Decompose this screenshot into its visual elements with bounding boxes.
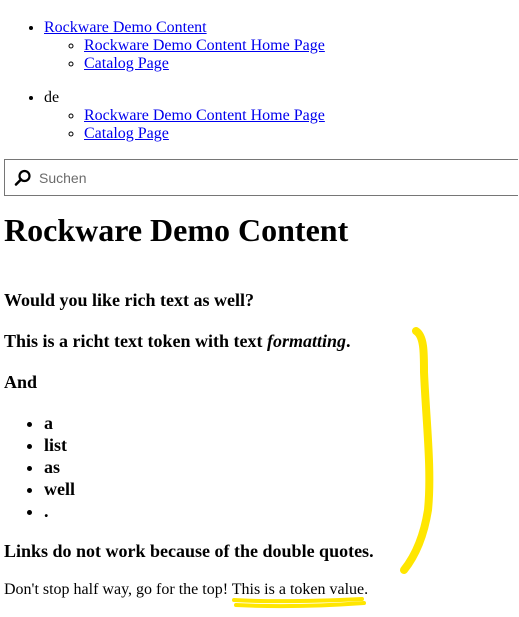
nav-link-de-home-page[interactable]: Rockware Demo Content Home Page [84, 107, 325, 124]
nav-language-label: de [44, 89, 60, 106]
rich-text-token: This is a richt text token with text for… [4, 331, 351, 352]
list-item: a [44, 412, 75, 434]
nav-sublist: Rockware Demo Content Home Page Catalog … [44, 107, 325, 143]
rich-text-token-prefix: This is a richt text token with text [4, 331, 267, 351]
annotation-underline-2 [234, 601, 366, 609]
list-item: well [44, 478, 75, 500]
rich-text-token-suffix: . [346, 331, 351, 351]
token-value: This is a token value [231, 581, 365, 598]
search-box [4, 159, 518, 196]
page-title: Rockware Demo Content [4, 212, 349, 248]
list-item: list [44, 434, 75, 456]
footer-text: Don't stop half way, go for the top! Thi… [4, 581, 368, 599]
nav-subitem: Catalog Page [84, 55, 325, 73]
search-icon[interactable] [14, 169, 32, 187]
footer-suffix: . [364, 581, 369, 598]
annotation-bracket [400, 327, 434, 574]
rich-text-links-note: Links do not work because of the double … [4, 541, 374, 561]
nav-link-catalog-page[interactable]: Catalog Page [84, 55, 169, 72]
list-item: as [44, 456, 75, 478]
nav-section-default: Rockware Demo Content Rockware Demo Cont… [44, 19, 325, 73]
rich-text-list: a list as well . [4, 412, 75, 522]
list-item: . [44, 500, 75, 522]
nav-link-rockware-demo-content[interactable]: Rockware Demo Content [44, 19, 207, 36]
search-input[interactable] [39, 166, 499, 190]
nav-subitem: Catalog Page [84, 125, 325, 143]
nav-link-de-catalog-page[interactable]: Catalog Page [84, 125, 169, 142]
rich-text-and: And [4, 372, 38, 392]
annotation-underline-1 [232, 597, 364, 604]
nav-subitem: Rockware Demo Content Home Page [84, 107, 325, 125]
rich-text-token-emphasis: formatting [266, 331, 346, 351]
nav-section-de: de Rockware Demo Content Home Page Catal… [44, 89, 325, 143]
footer-prefix: Don't stop half way, go for the top! [4, 581, 232, 598]
rich-text-question: Would you like rich text as well? [4, 290, 255, 310]
nav-link-home-page[interactable]: Rockware Demo Content Home Page [84, 37, 325, 54]
nav-subitem: Rockware Demo Content Home Page [84, 37, 325, 55]
nav-sublist: Rockware Demo Content Home Page Catalog … [44, 37, 325, 73]
